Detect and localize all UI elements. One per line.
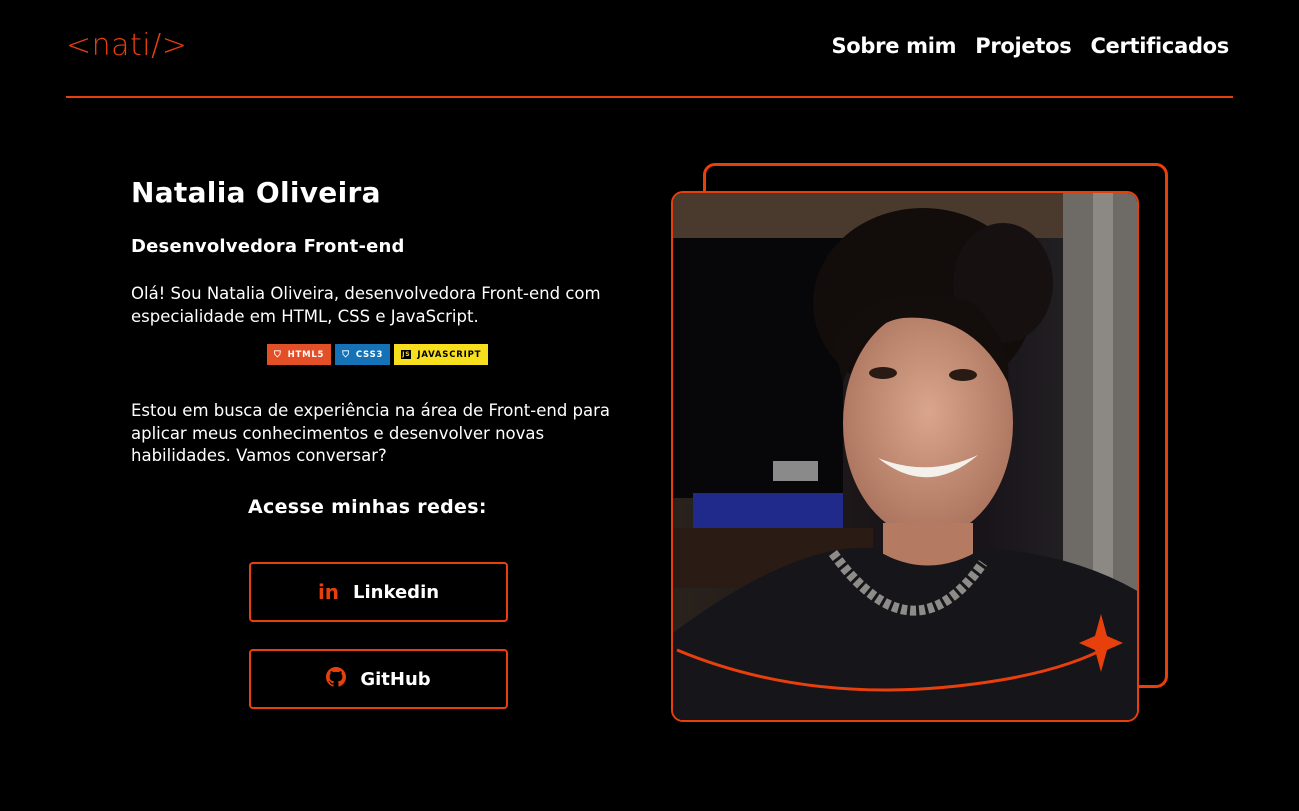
- github-icon: [326, 666, 347, 692]
- header: <nati/> Sobre mim Projetos Certificados: [66, 0, 1233, 98]
- main-nav: Sobre mim Projetos Certificados: [831, 34, 1229, 58]
- javascript-badge: JS JAVASCRIPT: [394, 344, 489, 365]
- css3-icon: ⛉: [342, 349, 350, 360]
- nav-sobre-mim[interactable]: Sobre mim: [831, 34, 956, 58]
- profile-name: Natalia Oliveira: [131, 176, 381, 209]
- linkedin-button[interactable]: in Linkedin: [249, 562, 508, 622]
- html5-badge-label: HTML5: [287, 349, 325, 360]
- html5-icon: ⛉: [274, 349, 282, 360]
- linkedin-icon: in: [317, 580, 340, 604]
- profile-photo: [671, 191, 1139, 722]
- css3-badge: ⛉ CSS3: [335, 344, 391, 365]
- javascript-badge-label: JAVASCRIPT: [417, 349, 482, 360]
- profile-role: Desenvolvedora Front-end: [131, 236, 405, 257]
- github-button[interactable]: GitHub: [249, 649, 508, 709]
- javascript-icon: JS: [401, 350, 412, 359]
- nav-projetos[interactable]: Projetos: [975, 34, 1071, 58]
- tech-badges: ⛉ HTML5 ⛉ CSS3 JS JAVASCRIPT: [267, 344, 631, 365]
- css3-badge-label: CSS3: [355, 349, 384, 360]
- intro-text: Olá! Sou Natalia Oliveira, desenvolvedor…: [131, 284, 601, 326]
- profile-section: Natalia Oliveira Desenvolvedora Front-en…: [131, 170, 631, 709]
- github-label: GitHub: [360, 668, 431, 690]
- about-text: Estou em busca de experiência na área de…: [131, 401, 611, 465]
- social-title: Acesse minhas redes:: [248, 495, 487, 518]
- html5-badge: ⛉ HTML5: [267, 344, 332, 365]
- nav-certificados[interactable]: Certificados: [1090, 34, 1229, 58]
- linkedin-label: Linkedin: [353, 581, 440, 603]
- logo[interactable]: <nati/>: [66, 28, 187, 63]
